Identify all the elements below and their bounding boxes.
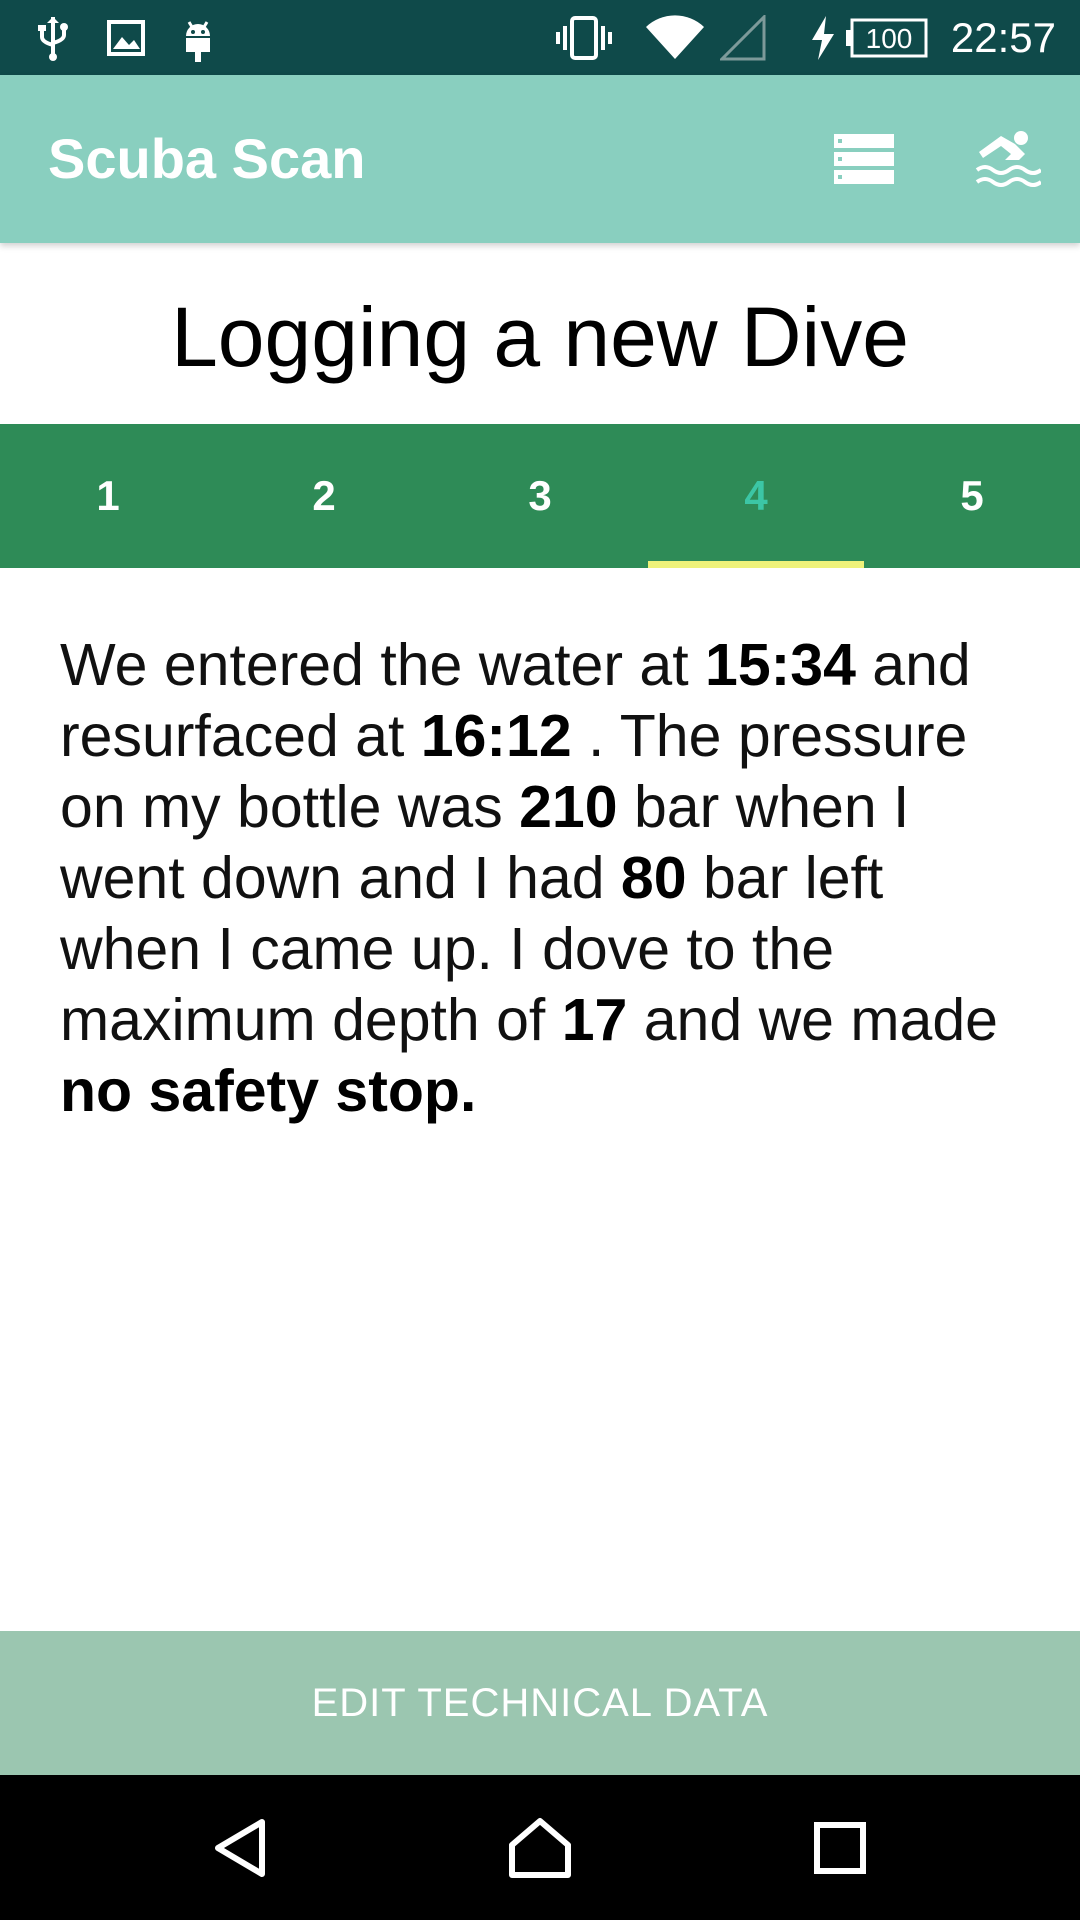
tab-2[interactable]: 2 — [216, 424, 432, 568]
navigation-bar — [0, 1775, 1080, 1920]
page-title: Logging a new Dive — [171, 290, 909, 384]
tab-4[interactable]: 4 — [648, 424, 864, 568]
tab-1[interactable]: 1 — [0, 424, 216, 568]
status-bar: 100 22:57 — [0, 0, 1080, 75]
max-depth: 17 — [561, 987, 628, 1053]
recents-icon[interactable] — [780, 1775, 900, 1920]
battery-icon: 100 — [844, 0, 928, 75]
image-icon — [106, 0, 146, 75]
app-title: Scuba Scan — [48, 127, 366, 190]
list-icon[interactable] — [824, 119, 904, 199]
status-time: 22:57 — [950, 14, 1056, 61]
end-pressure: 80 — [620, 845, 687, 911]
battery-level: 100 — [866, 23, 913, 54]
swimmer-icon[interactable] — [968, 119, 1048, 199]
step-tabs: 1 2 3 4 5 — [0, 424, 1080, 568]
charging-icon — [810, 0, 836, 75]
signal-icon — [720, 0, 766, 75]
dive-summary: We entered the water at 15:34 and resurf… — [60, 630, 1020, 1127]
tab-label: 2 — [312, 472, 336, 519]
tab-label: 4 — [744, 472, 768, 519]
wifi-icon — [646, 0, 704, 75]
app-bar: Scuba Scan — [0, 75, 1080, 243]
tab-label: 5 — [960, 472, 984, 519]
exit-time: 16:12 — [420, 703, 572, 769]
tab-5[interactable]: 5 — [864, 424, 1080, 568]
tab-label: 1 — [96, 472, 120, 519]
start-pressure: 210 — [519, 774, 618, 840]
summary-text: We entered the water at — [60, 632, 705, 698]
home-icon[interactable] — [480, 1775, 600, 1920]
tab-3[interactable]: 3 — [432, 424, 648, 568]
usb-icon — [36, 0, 70, 75]
back-icon[interactable] — [180, 1775, 300, 1920]
entry-time: 15:34 — [705, 632, 856, 698]
tab-label: 3 — [528, 472, 552, 519]
vibrate-icon — [556, 0, 612, 75]
safety-stop: no safety stop. — [60, 1058, 477, 1124]
active-tab-indicator — [648, 561, 864, 568]
android-icon — [180, 0, 216, 75]
edit-technical-data-button[interactable]: EDIT TECHNICAL DATA — [0, 1631, 1080, 1775]
summary-text: and we made — [627, 987, 998, 1053]
